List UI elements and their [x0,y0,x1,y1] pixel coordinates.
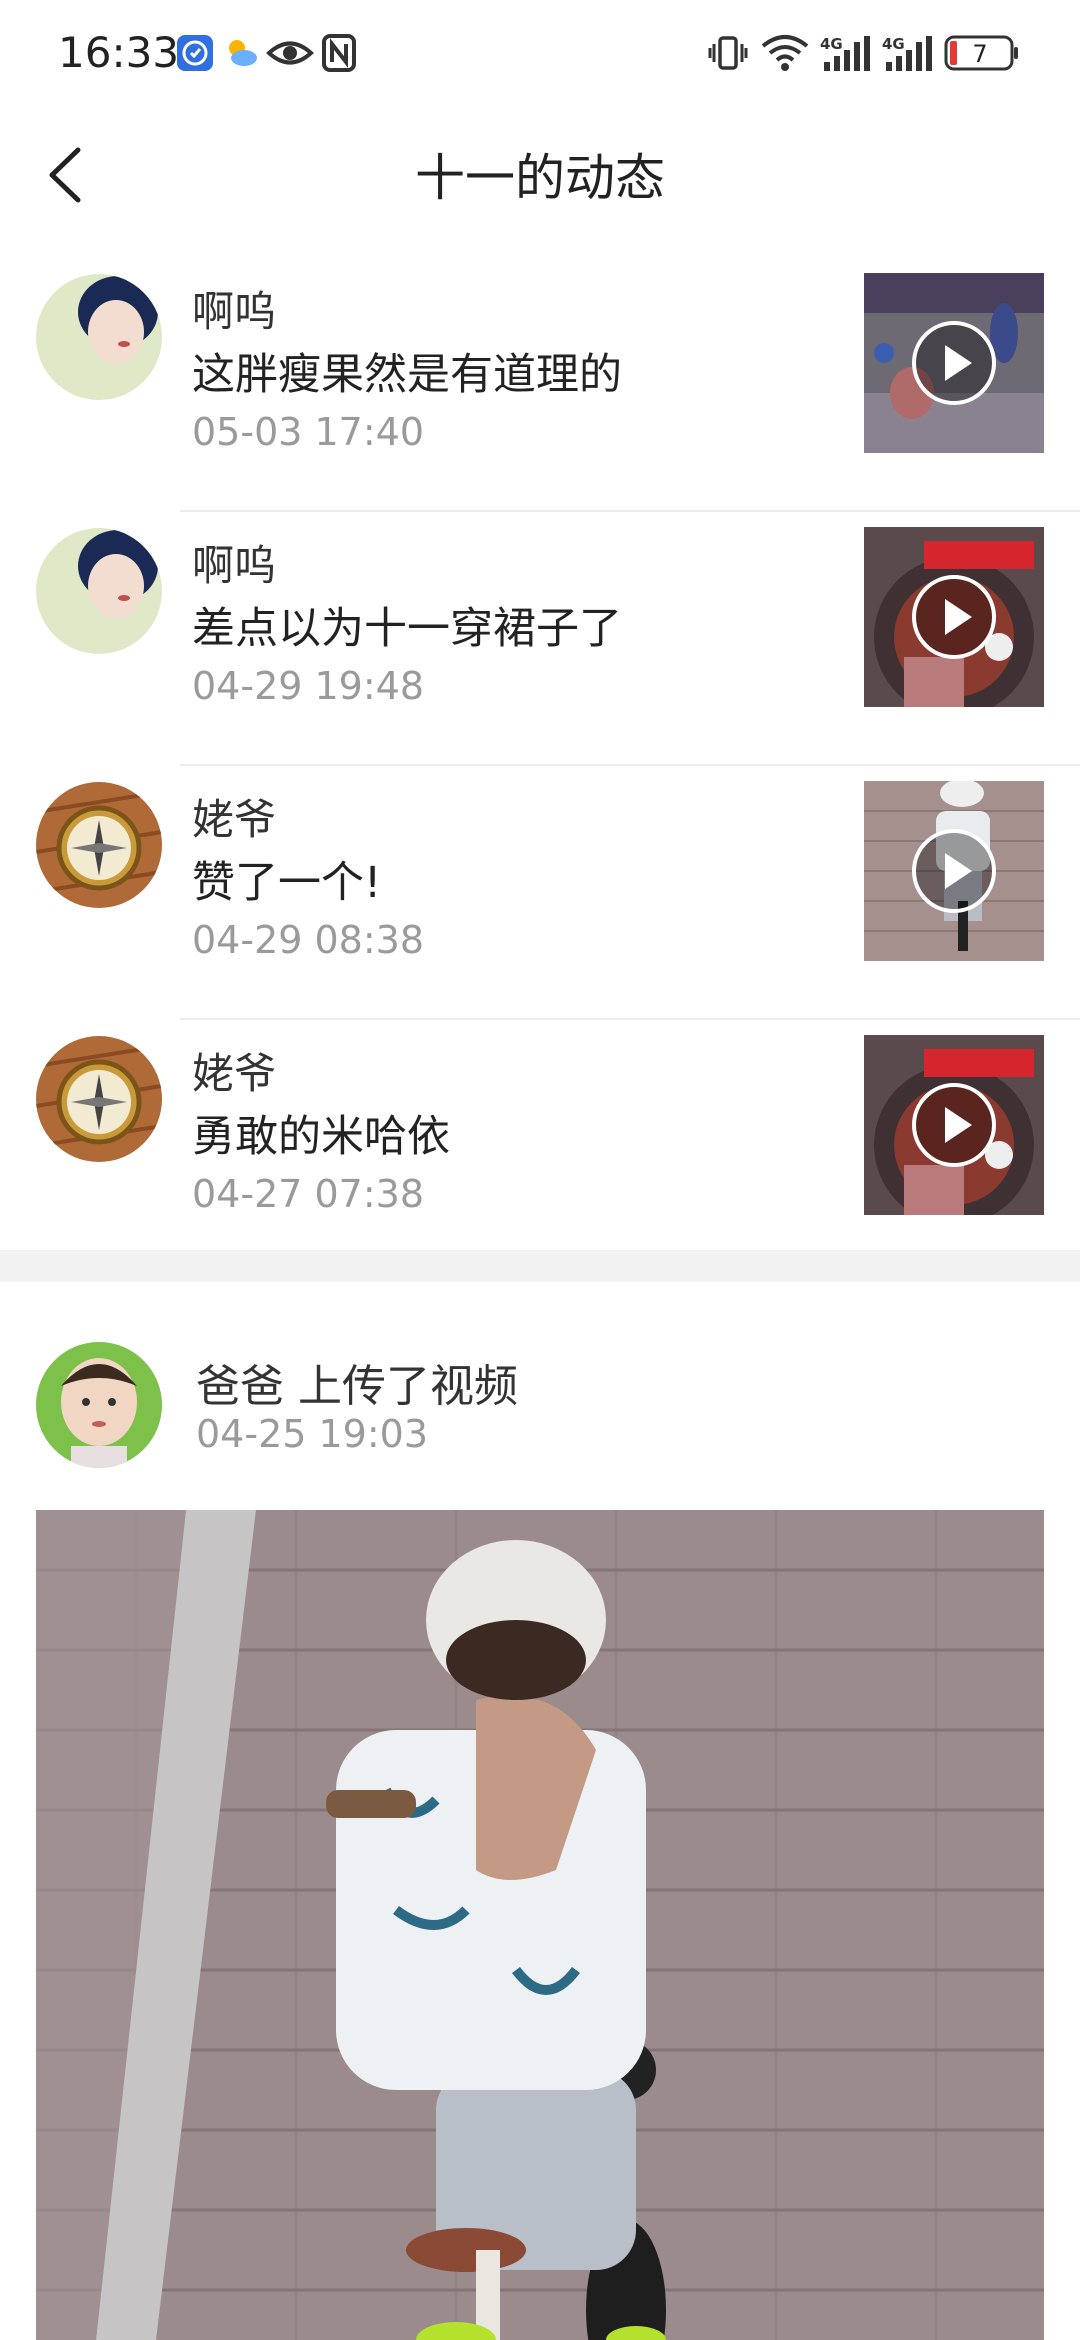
svg-text:4G: 4G [882,35,905,53]
user-name: 姥爷 [192,1049,277,1098]
play-icon [912,575,996,659]
top-navigation-bar: 十一的动态 [0,110,1080,240]
svg-text:7: 7 [972,40,987,68]
list-item[interactable]: 姥爷 赞了一个! 04-29 08:38 [0,766,1080,1020]
video-thumbnail[interactable] [864,1035,1044,1215]
video-thumbnail[interactable] [864,527,1044,707]
app-shield-icon [177,35,213,71]
comment-text: 这胖瘦果然是有道理的 [192,350,622,400]
play-icon [912,829,996,913]
list-item[interactable]: 姥爷 勇敢的米哈依 04-27 07:38 [0,1020,1080,1274]
battery-icon: 7 [944,35,1018,71]
video-thumbnail[interactable] [864,781,1044,961]
list-item[interactable]: 啊呜 这胖瘦果然是有道理的 05-03 17:40 [0,258,1080,512]
timestamp: 04-29 08:38 [192,918,425,962]
avatar[interactable] [36,274,162,400]
vibrate-icon [708,36,748,70]
status-bar: 16:33 4G 4G 7 [0,0,1080,110]
eye-icon [266,41,314,65]
svg-text:4G: 4G [820,35,843,53]
weather-icon [229,40,257,66]
user-name: 啊呜 [192,541,277,590]
video-preview[interactable] [36,1510,1044,2340]
avatar[interactable] [36,782,162,908]
play-icon [912,321,996,405]
timestamp: 04-27 07:38 [192,1172,425,1216]
timestamp: 05-03 17:40 [192,410,425,454]
page-title: 十一的动态 [415,149,665,207]
status-time: 16:33 [58,28,180,77]
comment-text: 差点以为十一穿裙子了 [192,604,622,654]
comment-text: 赞了一个! [192,858,382,908]
timestamp: 04-29 19:48 [192,664,425,708]
avatar[interactable] [36,528,162,654]
user-name: 姥爷 [192,795,277,844]
nfc-icon [322,34,356,72]
avatar[interactable] [36,1342,162,1468]
section-divider [0,1250,1080,1282]
post-user-action: 爸爸 上传了视频 [196,1361,518,1412]
user-name: 啊呜 [192,287,277,336]
signal-icon: 4G [820,35,870,71]
video-thumbnail[interactable] [864,273,1044,453]
post-header: 爸爸 上传了视频 04-25 19:03 [0,1320,1080,1480]
play-icon [912,1083,996,1167]
list-item[interactable]: 啊呜 差点以为十一穿裙子了 04-29 19:48 [0,512,1080,766]
avatar[interactable] [36,1036,162,1162]
timestamp: 04-25 19:03 [196,1412,429,1456]
comment-text: 勇敢的米哈依 [192,1112,450,1162]
wifi-icon [761,35,809,71]
signal-icon: 4G [882,35,932,71]
